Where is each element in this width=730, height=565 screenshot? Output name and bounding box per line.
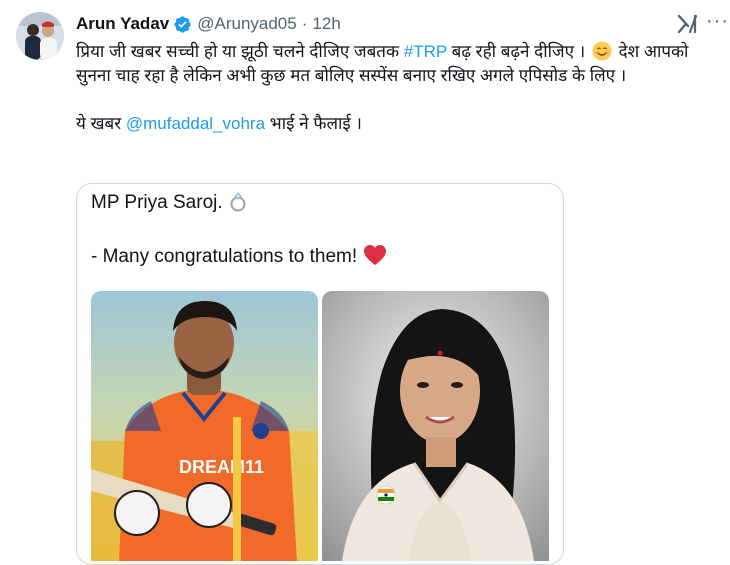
tweet-timestamp[interactable]: 12h xyxy=(312,14,340,34)
quote-line-1-text: MP Priya Saroj. xyxy=(91,192,223,213)
hashtag-link[interactable]: #TRP xyxy=(404,42,447,61)
ring-emoji-icon xyxy=(230,192,246,212)
tweet-paragraph-2: ये खबर @mufaddal_vohra भाई ने फैलाई । xyxy=(76,112,724,136)
red-heart-emoji-icon xyxy=(364,245,387,265)
author-row: Arun Yadav @Arunyad05 · 12h xyxy=(76,13,341,35)
quoted-post-card[interactable]: MP Priya Saroj. - Many congratulations t… xyxy=(76,183,564,565)
author-handle[interactable]: @Arunyad05 xyxy=(197,14,297,34)
mp-portrait-image xyxy=(322,291,549,561)
cricketer-photo[interactable]: DREAM11 xyxy=(91,291,318,561)
tweet-text-segment: भाई ने फैलाई । xyxy=(265,114,362,133)
mention-link[interactable]: @mufaddal_vohra xyxy=(126,114,265,133)
tweet-text-segment: ये खबर xyxy=(76,114,126,133)
smiling-face-emoji-icon xyxy=(592,41,612,61)
avatar-image xyxy=(16,12,64,60)
quote-line-2: - Many congratulations to them! xyxy=(91,244,387,268)
tweet-text-segment: बढ़ रही बढ़ने दीजिए । xyxy=(446,42,590,61)
verified-badge-icon xyxy=(174,15,191,33)
jersey-sponsor-text: DREAM11 xyxy=(179,457,264,477)
author-name[interactable]: Arun Yadav xyxy=(76,14,169,34)
tweet-text: प्रिया जी खबर सच्ची हो या झूठी चलने दीजि… xyxy=(76,40,724,136)
meta-separator: · xyxy=(301,14,308,33)
tweet-paragraph-1: प्रिया जी खबर सच्ची हो या झूठी चलने दीजि… xyxy=(76,40,724,88)
more-options-icon[interactable]: ··· xyxy=(706,10,729,33)
quote-line-1: MP Priya Saroj. xyxy=(91,190,249,214)
quote-line-2-text: - Many congratulations to them! xyxy=(91,246,358,267)
grok-icon[interactable] xyxy=(676,12,700,36)
mp-portrait-photo[interactable] xyxy=(322,291,549,561)
tweet-text-segment: प्रिया जी खबर सच्ची हो या झूठी चलने दीजि… xyxy=(76,42,404,61)
author-avatar[interactable] xyxy=(16,12,64,60)
cricketer-image: DREAM11 xyxy=(91,291,318,561)
